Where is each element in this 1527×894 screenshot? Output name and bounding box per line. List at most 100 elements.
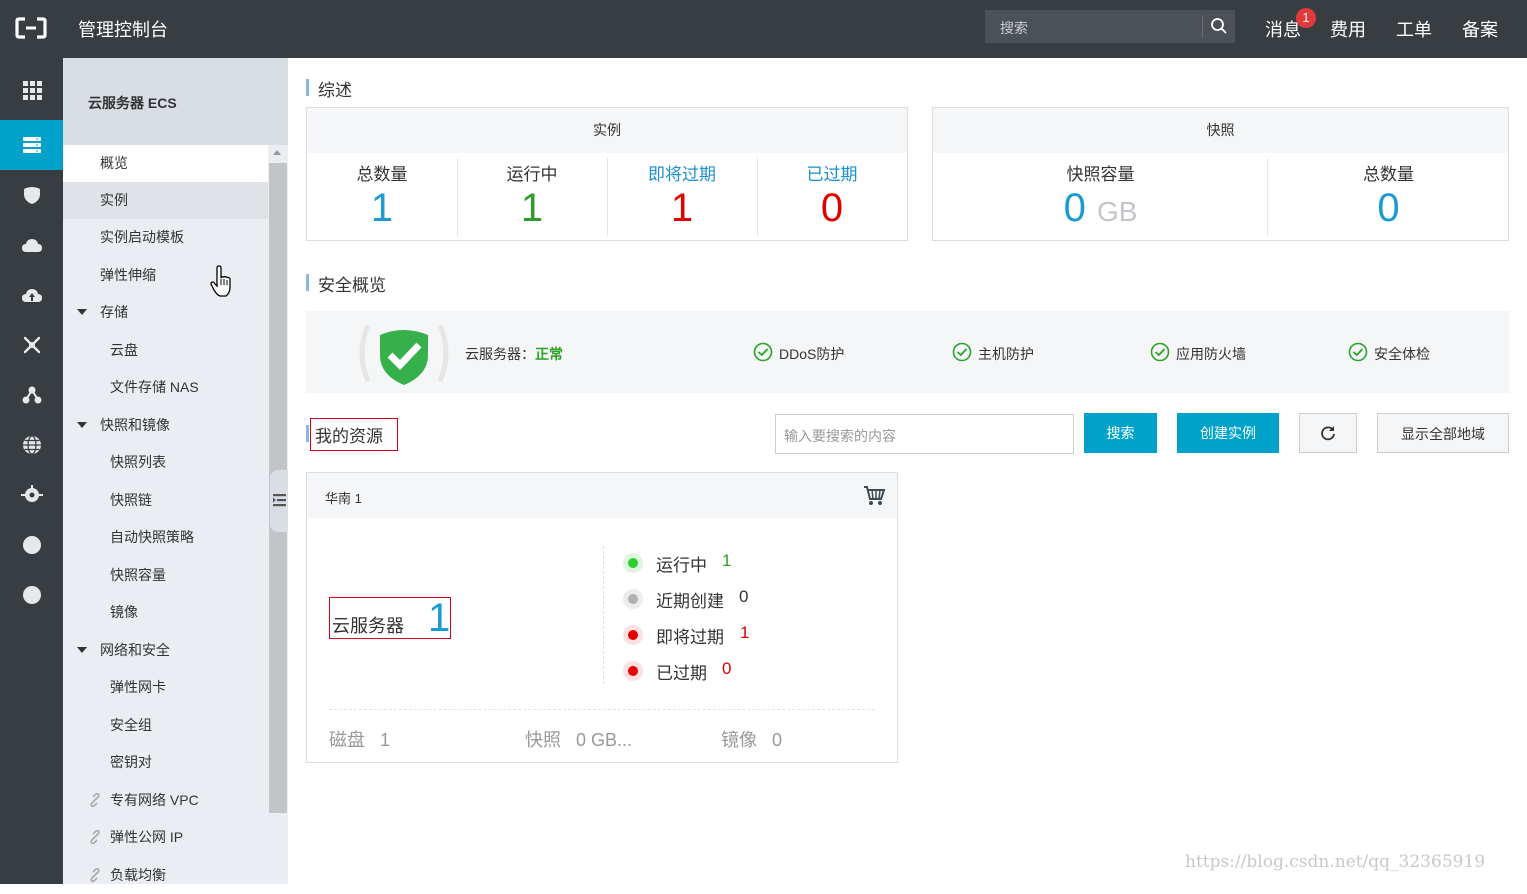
legend-value: 0 [722, 659, 732, 678]
resource-search-input[interactable]: 输入要搜索的内容 [775, 414, 1074, 454]
cart-icon[interactable] [863, 485, 885, 506]
ecs-server-icon[interactable] [0, 120, 63, 170]
sidebar-collapse-toggle[interactable] [270, 470, 288, 532]
recent-dot-icon [623, 589, 643, 609]
scroll-up-arrow-icon[interactable] [273, 150, 281, 155]
disk-count[interactable]: 磁盘 1 [329, 726, 390, 752]
circle-icon [22, 586, 41, 604]
instances-expired-stat[interactable]: 已过期 0 [757, 158, 907, 238]
server-icon [22, 137, 41, 153]
create-instance-button[interactable]: 创建实例 [1177, 413, 1279, 453]
sidebar-item-key-pairs[interactable]: 密钥对 [63, 744, 268, 781]
gear-cloud-product-icon[interactable] [0, 470, 63, 520]
stat-value[interactable]: 1 [607, 185, 757, 231]
sidebar-item-overview[interactable]: 概览 [63, 145, 268, 182]
instances-running-stat[interactable]: 运行中 1 [457, 158, 607, 238]
check-circle-icon [753, 342, 773, 362]
resource-search-placeholder: 输入要搜索的内容 [784, 428, 896, 444]
resources-title-highlight: 我的资源 [310, 418, 398, 451]
sidebar-item-snapshot-chain[interactable]: 快照链 [63, 482, 268, 519]
global-search-box[interactable]: 搜索 [985, 10, 1235, 43]
server-label: 云服务器 [332, 616, 404, 636]
footer-label: 快照 [525, 730, 561, 750]
ecs-sidebar: 云服务器 ECS 概览 实例 实例启动模板 弹性伸缩 存储 云盘 文件存储 NA… [63, 58, 288, 884]
tickets-link[interactable]: 工单 [1396, 16, 1432, 42]
cloud-icon [21, 239, 42, 252]
security-checkup-item[interactable]: 安全体检 [1348, 342, 1430, 364]
cloud-upload-product-icon[interactable] [0, 270, 63, 320]
external-link-icon [90, 830, 100, 844]
sidebar-item-launch-templates[interactable]: 实例启动模板 [63, 219, 268, 256]
show-all-regions-button[interactable]: 显示全部地域 [1377, 413, 1509, 453]
sidebar-header: 云服务器 ECS [63, 58, 288, 145]
sidebar-group-network-security[interactable]: 网络和安全 [63, 632, 268, 669]
external-link-icon [90, 793, 100, 807]
sidebar-item-disks[interactable]: 云盘 [63, 332, 268, 369]
check-label: 安全体检 [1374, 346, 1430, 362]
ddos-protection-item[interactable]: DDoS防护 [753, 342, 844, 364]
stat-label[interactable]: 已过期 [757, 160, 907, 185]
footer-value: 0 GB... [576, 730, 633, 750]
sidebar-item-nas[interactable]: 文件存储 NAS [63, 369, 268, 406]
instances-panel: 实例 总数量 1 运行中 1 即将过期 1 已过期 0 [306, 107, 908, 241]
footer-value: 0 [772, 730, 783, 750]
instances-panel-header: 实例 [307, 108, 907, 153]
legend-label: 即将过期 [656, 628, 724, 647]
stat-value[interactable]: 1 [457, 185, 607, 231]
icp-filing-link[interactable]: 备案 [1462, 16, 1498, 42]
image-count[interactable]: 镜像 0 [721, 726, 782, 752]
sidebar-item-eni[interactable]: 弹性网卡 [63, 669, 268, 706]
refresh-button[interactable] [1299, 413, 1357, 453]
waf-item[interactable]: 应用防火墙 [1150, 342, 1246, 364]
billing-link[interactable]: 费用 [1330, 16, 1366, 42]
security-section-title: 安全概览 [306, 271, 386, 296]
sidebar-item-images[interactable]: 镜像 [63, 594, 268, 631]
circle-icon [22, 536, 41, 554]
resource-search-button[interactable]: 搜索 [1084, 413, 1157, 453]
sidebar-item-instances[interactable]: 实例 [63, 182, 268, 219]
check-circle-icon [952, 342, 972, 362]
main-content: 综述 实例 总数量 1 运行中 1 即将过期 1 已过期 0 快照 快照容量 0… [288, 58, 1527, 884]
stat-label[interactable]: 即将过期 [607, 160, 757, 185]
sidebar-group-label: 网络和安全 [100, 642, 170, 658]
instances-total-stat[interactable]: 总数量 1 [307, 158, 457, 238]
nodes-product-icon[interactable] [0, 370, 63, 420]
status-value: 正常 [535, 346, 563, 362]
host-protection-item[interactable]: 主机防护 [952, 342, 1034, 364]
footer-label: 镜像 [721, 730, 757, 750]
collapse-menu-icon [273, 494, 286, 507]
aliyun-logo-icon[interactable] [14, 15, 48, 41]
hand-cursor-icon [210, 265, 231, 297]
shield-icon [23, 187, 40, 204]
stat-value[interactable]: 0 [757, 185, 907, 231]
sidebar-title: 云服务器 ECS [88, 95, 177, 111]
sidebar-group-snapshots-images[interactable]: 快照和镜像 [63, 407, 268, 444]
stat-value[interactable]: 1 [307, 185, 457, 231]
sidebar-item-label: 弹性公网 IP [110, 829, 184, 845]
console-title[interactable]: 管理控制台 [78, 16, 168, 42]
sidebar-item-auto-scaling[interactable]: 弹性伸缩 [63, 257, 268, 294]
snapshots-panel-header: 快照 [933, 108, 1508, 153]
snapshot-size[interactable]: 快照 0 GB... [525, 726, 632, 752]
circle-product-icon-2[interactable] [0, 570, 63, 620]
security-shield-icon [359, 324, 449, 385]
security-product-icon[interactable] [0, 170, 63, 220]
all-products-icon[interactable] [0, 65, 63, 115]
sidebar-item-security-groups[interactable]: 安全组 [63, 707, 268, 744]
sidebar-item-snapshot-capacity[interactable]: 快照容量 [63, 557, 268, 594]
sidebar-group-storage[interactable]: 存储 [63, 294, 268, 331]
sidebar-item-vpc[interactable]: 专有网络 VPC [63, 782, 268, 819]
sidebar-item-slb[interactable]: 负载均衡 [63, 857, 268, 894]
sidebar-item-eip[interactable]: 弹性公网 IP [63, 819, 268, 856]
server-count[interactable]: 1 [428, 596, 450, 641]
instances-expiring-stat[interactable]: 即将过期 1 [607, 158, 757, 238]
circle-product-icon-1[interactable] [0, 520, 63, 570]
search-icon[interactable] [1210, 17, 1228, 35]
sidebar-item-snapshot-list[interactable]: 快照列表 [63, 444, 268, 481]
network-product-icon[interactable] [0, 320, 63, 370]
globe-product-icon[interactable] [0, 420, 63, 470]
card-footer-divider [329, 709, 875, 710]
cloud-product-icon[interactable] [0, 220, 63, 270]
sidebar-item-auto-snapshot-policy[interactable]: 自动快照策略 [63, 519, 268, 556]
server-count-highlight[interactable]: 云服务器 1 [329, 596, 451, 641]
